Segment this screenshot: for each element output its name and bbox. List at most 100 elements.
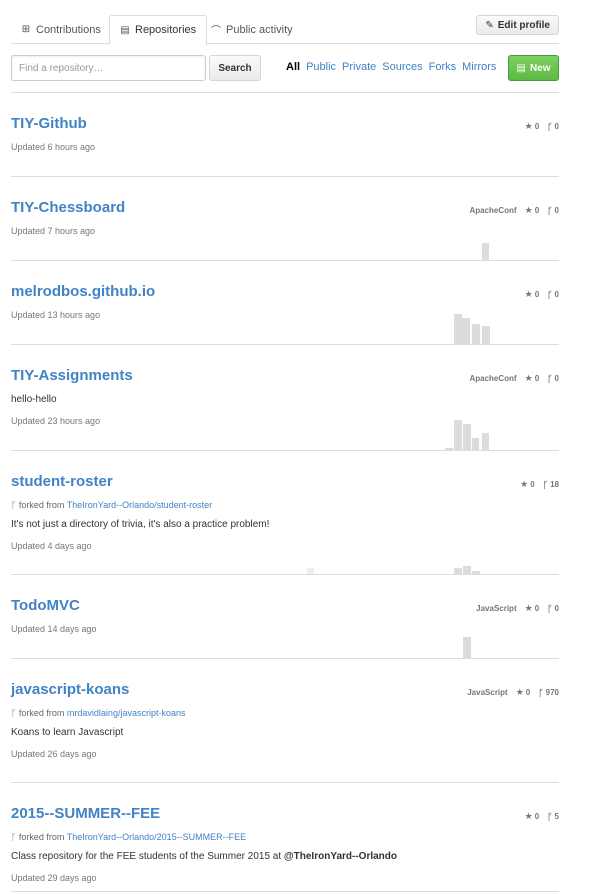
fork-icon: ᚴ [538,687,544,698]
activity-bar [463,424,471,450]
filter-all[interactable]: All [286,61,300,73]
new-repository-button[interactable]: ▤ New [508,55,559,81]
type-filters: All Public Private Sources Forks Mirrors [286,61,496,73]
repo-name-link[interactable]: 2015--SUMMER--FEE [11,805,160,822]
repo-item: melrodbos.github.io ★ 0 ᚴ 0 Updated 13 hours … [11,261,559,345]
repository-list: TIY-Github ★ 0 ᚴ 0 Updated 6 hours ago TIY-Che… [11,92,559,892]
repo-book-icon: ▤ [516,62,526,74]
activity-bar [462,318,470,344]
fork-icon: ᚴ [547,811,553,822]
pencil-icon: ✎ [485,19,494,31]
repo-stats: ApacheConf ★ 0 ᚴ 0 [469,373,559,384]
new-label: New [529,62,551,74]
star-icon: ★ [524,811,533,821]
activity-bar [482,326,490,344]
fork-icon: ᚴ [542,479,549,490]
filter-private[interactable]: Private [342,61,376,73]
tab-label: Public activity [226,23,293,36]
fork-icon: ᚴ [547,373,553,384]
filter-public[interactable]: Public [306,61,336,73]
tab-label: Repositories [135,24,197,36]
activity-graph [11,608,559,658]
repo-book-icon: ▤ [120,24,130,36]
activity-bar [454,420,462,450]
forked-from-prefix: forked from [18,500,67,510]
activity-bar [472,324,480,344]
filter-forks[interactable]: Forks [429,61,457,73]
activity-bar [472,571,480,574]
repo-item: TIY-Chessboard ApacheConf ★ 0 ᚴ 0 Updated 7 ho… [11,177,559,261]
fork-icon: ᚴ [11,500,19,510]
forked-from-line: ᚴ forked from TheIronYard--Orlando/stude… [11,500,212,510]
activity-bar [307,568,314,574]
profile-tabs: ⊞ Contributions ▤ Repositories ⌒ Public … [11,15,559,45]
tab-label: Contributions [36,23,101,36]
repo-name-link[interactable]: TIY-Assignments [11,367,133,384]
activity-bar [454,314,462,344]
star-count: 0 [534,812,540,821]
repo-item: student-roster ★ 0 ᚴ 18 ᚴ forked from TheIron… [11,451,559,575]
fork-count: 5 [554,812,559,821]
repo-item: TodoMVC JavaScript ★ 0 ᚴ 0 Updated 14 days ago [11,575,559,659]
forks-link[interactable]: ᚴ 18 [543,480,559,490]
tab-contributions[interactable]: ⊞ Contributions [11,15,111,44]
forks-link[interactable]: ᚴ0 [547,374,559,384]
star-icon: ★ [515,687,524,697]
forked-from-prefix: forked from [18,708,67,718]
activity-bar [463,566,471,574]
filter-mirrors[interactable]: Mirrors [462,61,496,73]
activity-graph [11,210,559,260]
stargazers-link[interactable]: ★ 0 [525,373,540,384]
stargazers-link[interactable]: ★ 0 [516,687,531,698]
activity-bar [445,448,453,450]
tab-repositories[interactable]: ▤ Repositories [109,15,208,45]
repo-item: TIY-Github ★ 0 ᚴ 0 Updated 6 hours ago [11,93,559,177]
find-repository-input[interactable] [11,55,206,81]
star-icon: ★ [524,373,533,383]
forks-link[interactable]: ᚴ5 [547,812,559,822]
forked-from-link[interactable]: TheIronYard--Orlando/student-roster [67,500,212,510]
repo-item: 2015--SUMMER--FEE ★ 0 ᚴ 5 ᚴ forked from TheIr… [11,783,559,892]
tab-public-activity[interactable]: ⌒ Public activity [201,15,303,44]
activity-bar [482,433,489,450]
repo-item: TIY-Assignments ApacheConf ★ 0 ᚴ 0 hello-hello… [11,345,559,451]
repo-name-link[interactable]: javascript-koans [11,681,129,698]
star-count: 0 [534,374,540,383]
repo-stats: ★ 0 ᚴ 18 [520,479,559,490]
filter-sources[interactable]: Sources [382,61,422,73]
fork-count: 970 [545,688,559,697]
activity-bar [454,568,462,574]
activity-graph [11,294,559,344]
stargazers-link[interactable]: ★ 0 [520,479,535,490]
activity-graph [11,400,559,450]
star-icon: ★ [520,479,529,489]
activity-bar [463,637,471,658]
activity-bar [472,438,479,450]
repo-name-link[interactable]: student-roster [11,473,113,490]
forked-from-link[interactable]: mrdavidlaing/javascript-koans [67,708,186,718]
activity-graph [11,524,559,574]
fork-count: 18 [550,480,559,489]
star-count: 0 [525,688,531,697]
repo-filter-bar: Search All Public Private Sources Forks … [11,55,559,83]
repo-language: ApacheConf [469,374,517,383]
search-button[interactable]: Search [209,55,261,81]
activity-graph [11,841,559,891]
forks-link[interactable]: ᚴ 970 [538,688,559,698]
forked-from-line: ᚴ forked from mrdavidlaing/javascript-ko… [11,708,185,718]
fork-icon: ᚴ [11,708,19,718]
activity-bar [482,243,489,260]
star-count: 0 [530,480,535,489]
rss-icon: ⌒ [211,26,221,37]
repo-item: javascript-koans JavaScript ★ 0 ᚴ 970 ᚴ forked… [11,659,559,783]
repo-stats: JavaScript ★ 0 ᚴ 970 [467,687,559,698]
fork-count: 0 [554,374,559,383]
edit-profile-button[interactable]: ✎ Edit profile [476,15,559,35]
stargazers-link[interactable]: ★ 0 [525,811,540,822]
edit-profile-label: Edit profile [497,19,550,31]
plus-square-icon: ⊞ [21,24,31,35]
activity-graph [11,126,559,176]
repo-stats: ★ 0 ᚴ 5 [525,811,559,822]
activity-graph [11,732,559,782]
repo-language: JavaScript [467,688,508,697]
